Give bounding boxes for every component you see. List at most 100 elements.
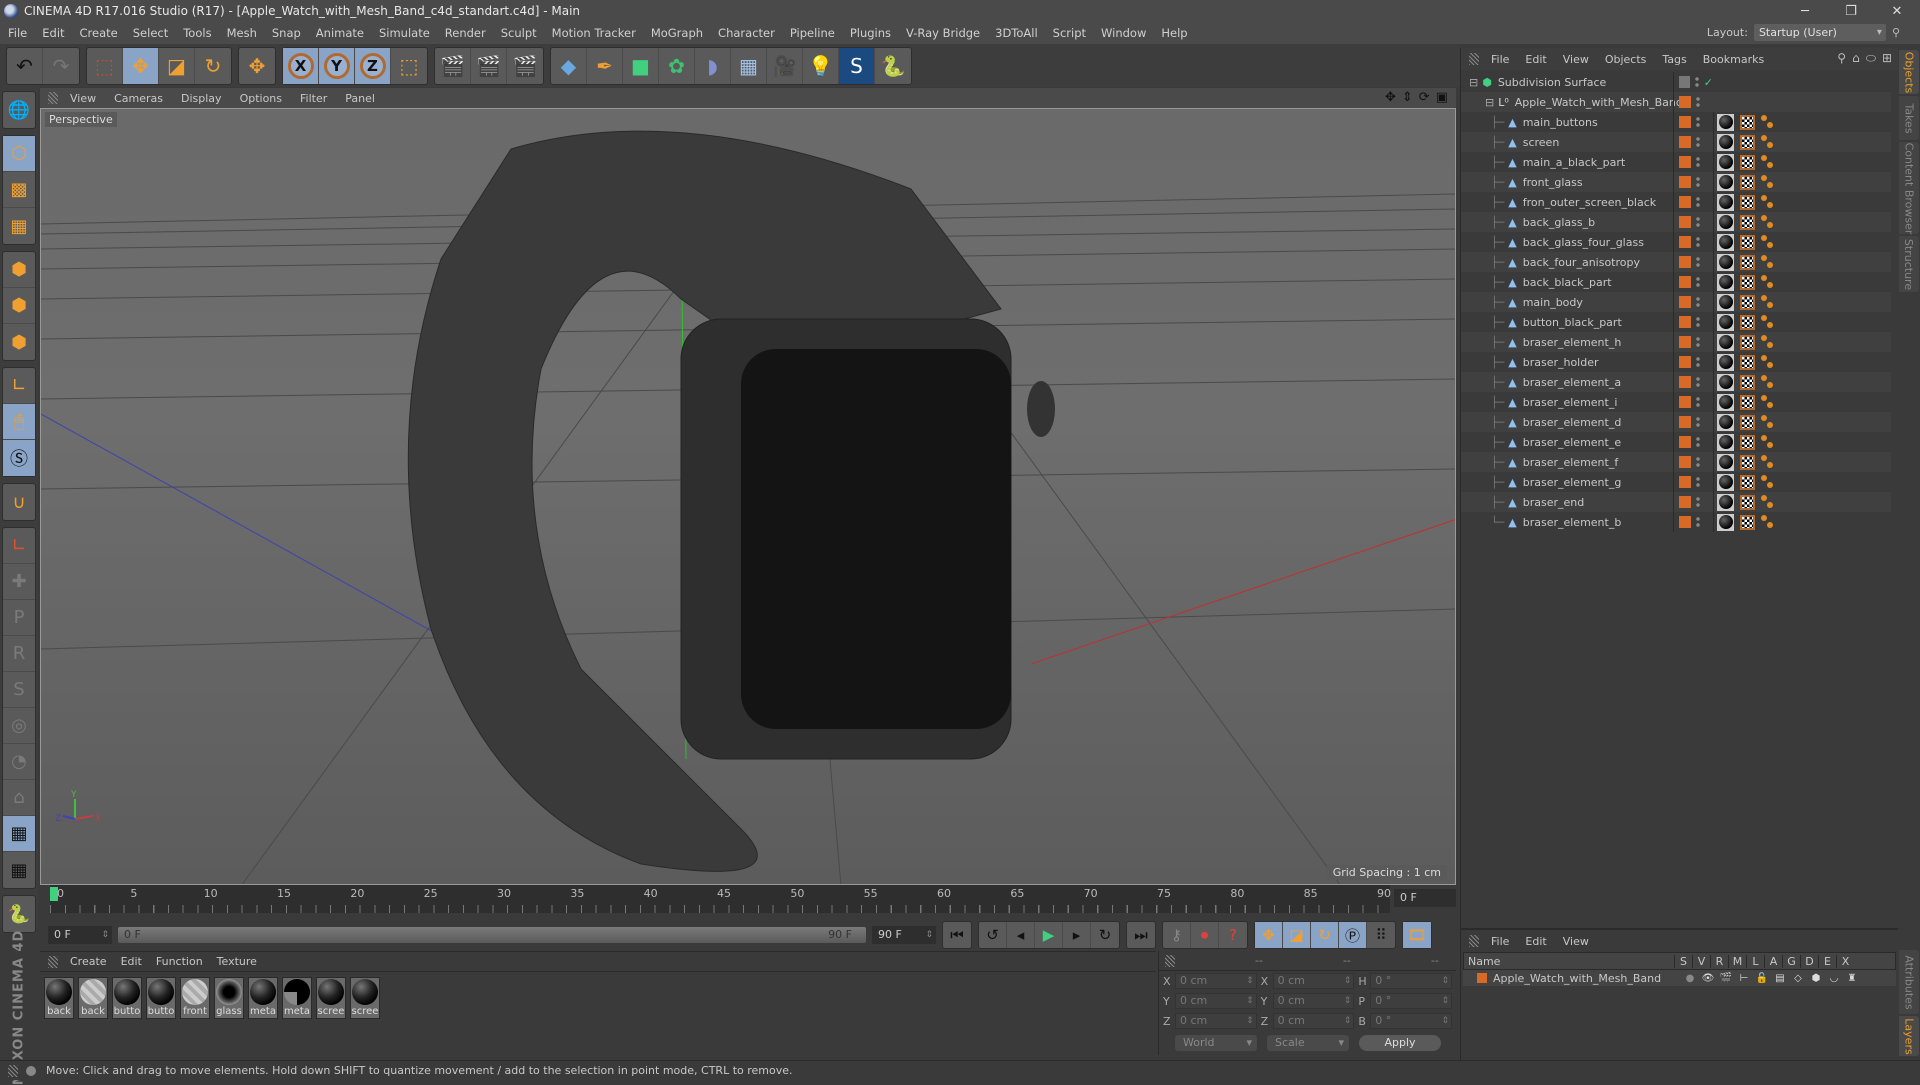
- object-row[interactable]: ├─ ▲ braser_element_h: [1461, 332, 1891, 352]
- material-item[interactable]: glass: [214, 977, 244, 1019]
- texture-tag-icon[interactable]: [1740, 494, 1755, 510]
- visibility-dots-icon[interactable]: [1696, 296, 1700, 308]
- menu-simulate[interactable]: Simulate: [379, 26, 430, 40]
- rotation-p-field[interactable]: 0 °: [1370, 993, 1453, 1009]
- material-tag-icon[interactable]: [1717, 293, 1734, 311]
- viewport-camera-label[interactable]: Perspective: [45, 112, 117, 127]
- pan-icon[interactable]: ✥: [1385, 90, 1396, 105]
- xpresso-tag-icon[interactable]: [1761, 115, 1775, 129]
- xpresso-tag-icon[interactable]: [1761, 355, 1775, 369]
- column-name[interactable]: Name: [1464, 955, 1674, 968]
- visibility-dots-icon[interactable]: [1696, 456, 1700, 468]
- key-auto-icon[interactable]: ⌂: [3, 780, 35, 816]
- search-icon[interactable]: ⚲: [1892, 26, 1900, 39]
- visibility-dots-icon[interactable]: [1696, 156, 1700, 168]
- deformer-icon[interactable]: ⬢: [1807, 973, 1825, 984]
- rotation-b-field[interactable]: 0 °: [1370, 1013, 1453, 1029]
- xpresso-tag-icon[interactable]: [1761, 395, 1775, 409]
- solo-icon[interactable]: Ⓢ: [3, 440, 35, 476]
- menu-pipeline[interactable]: Pipeline: [790, 26, 835, 40]
- coordinate-mode-select[interactable]: World: [1175, 1035, 1257, 1051]
- render-picture-viewer-icon[interactable]: 🎬: [471, 47, 507, 84]
- search-icon[interactable]: ⚲: [1837, 51, 1846, 66]
- xref-icon[interactable]: ♜: [1843, 973, 1861, 984]
- layer-swatch[interactable]: [1679, 176, 1691, 188]
- texture-tag-icon[interactable]: [1740, 214, 1755, 230]
- layer-swatch[interactable]: [1679, 456, 1691, 468]
- layer-swatch[interactable]: [1679, 276, 1691, 288]
- xpresso-tag-icon[interactable]: [1761, 315, 1775, 329]
- object-row[interactable]: ├─ ▲ fron_outer_screen_black: [1461, 192, 1891, 212]
- cloner-icon[interactable]: ✿: [659, 47, 695, 84]
- material-tag-icon[interactable]: [1717, 373, 1734, 391]
- material-tag-icon[interactable]: [1717, 173, 1734, 191]
- texture-tag-icon[interactable]: [1740, 514, 1755, 530]
- panel-grip-icon[interactable]: [48, 92, 58, 104]
- render-settings-icon[interactable]: 🎬: [507, 48, 543, 84]
- layer-swatch[interactable]: [1679, 196, 1691, 208]
- viewport-menu-cameras[interactable]: Cameras: [114, 92, 163, 105]
- objects-menu-file[interactable]: File: [1491, 53, 1509, 66]
- layers-menu-view[interactable]: View: [1563, 935, 1589, 948]
- spline-pen-icon[interactable]: ✒: [587, 47, 623, 84]
- menu-window[interactable]: Window: [1101, 26, 1146, 40]
- xpresso-tag-icon[interactable]: [1761, 155, 1775, 169]
- autokey-icon[interactable]: ⏺: [1191, 922, 1219, 948]
- object-row-subdivision-surface[interactable]: ⊟ ⬢ Subdivision Surface ✓: [1461, 72, 1891, 92]
- material-tag-icon[interactable]: [1717, 493, 1734, 511]
- xpresso-tag-icon[interactable]: [1761, 255, 1775, 269]
- menu-snap[interactable]: Snap: [272, 26, 301, 40]
- key-pla-icon[interactable]: S: [3, 672, 35, 708]
- layer-swatch[interactable]: [1679, 296, 1691, 308]
- light-icon[interactable]: 💡: [803, 47, 839, 84]
- panel-grip-icon[interactable]: [48, 955, 58, 968]
- menu-animate[interactable]: Animate: [316, 26, 364, 40]
- manager-tree-icon[interactable]: ⊢: [1735, 973, 1753, 984]
- layer-row[interactable]: Apple_Watch_with_Mesh_Band ● 👁 🎬 ⊢ 🔓 ▤ ◇…: [1463, 970, 1896, 986]
- material-tag-icon[interactable]: [1717, 433, 1734, 451]
- camera-icon[interactable]: 🎥: [767, 47, 803, 84]
- python-icon[interactable]: 🐍: [3, 896, 35, 932]
- tweak-mode-icon[interactable]: 🖱: [3, 404, 35, 440]
- xpresso-tag-icon[interactable]: [1761, 235, 1775, 249]
- column-generators[interactable]: G: [1782, 954, 1800, 968]
- object-row[interactable]: ├─ ▲ screen: [1461, 132, 1891, 152]
- material-tag-icon[interactable]: [1717, 353, 1734, 371]
- menu-render[interactable]: Render: [445, 26, 486, 40]
- layer-swatch[interactable]: [1679, 116, 1691, 128]
- texture-tag-icon[interactable]: [1740, 194, 1755, 210]
- go-to-end-icon[interactable]: ⏭: [1127, 922, 1155, 948]
- object-row[interactable]: ├─ ▲ braser_element_e: [1461, 432, 1891, 452]
- layer-swatch[interactable]: [1679, 356, 1691, 368]
- position-y-field[interactable]: 0 cm: [1174, 993, 1257, 1009]
- menu-script[interactable]: Script: [1053, 26, 1086, 40]
- column-render[interactable]: R: [1710, 954, 1728, 968]
- material-tag-icon[interactable]: [1717, 413, 1734, 431]
- object-row[interactable]: ├─ ▲ braser_element_d: [1461, 412, 1891, 432]
- objects-menu-bookmarks[interactable]: Bookmarks: [1703, 53, 1764, 66]
- align-workplane-icon[interactable]: ▦: [3, 852, 35, 888]
- layer-swatch[interactable]: [1679, 476, 1691, 488]
- generator-icon[interactable]: ◇: [1789, 973, 1807, 984]
- layers-menu-edit[interactable]: Edit: [1525, 935, 1546, 948]
- solo-toggle-icon[interactable]: ●: [1681, 973, 1699, 984]
- play-icon[interactable]: ▶: [1035, 922, 1063, 948]
- texture-tag-icon[interactable]: [1740, 294, 1755, 310]
- texture-tag-icon[interactable]: [1740, 114, 1755, 130]
- record-pla-icon[interactable]: ⠿: [1367, 922, 1395, 948]
- python-icon[interactable]: 🐍: [875, 48, 911, 84]
- material-menu-function[interactable]: Function: [156, 955, 203, 968]
- size-y-field[interactable]: 0 cm: [1272, 993, 1355, 1009]
- size-z-field[interactable]: 0 cm: [1272, 1013, 1355, 1029]
- object-row[interactable]: ├─ ▲ back_black_part: [1461, 272, 1891, 292]
- points-mode-icon[interactable]: ⬢: [3, 252, 35, 288]
- cube-primitive-icon[interactable]: ◆: [551, 47, 587, 84]
- visibility-dots-icon[interactable]: [1696, 276, 1700, 288]
- layer-swatch[interactable]: [1679, 516, 1691, 528]
- objects-menu-view[interactable]: View: [1563, 53, 1589, 66]
- toggle-icon[interactable]: ⬭: [1866, 51, 1876, 66]
- timeline-icon[interactable]: 🎞: [1403, 922, 1431, 948]
- motion-record-icon[interactable]: ⚷: [1163, 922, 1191, 948]
- material-tag-icon[interactable]: [1717, 133, 1734, 151]
- collapse-icon[interactable]: ⊟: [1469, 76, 1478, 89]
